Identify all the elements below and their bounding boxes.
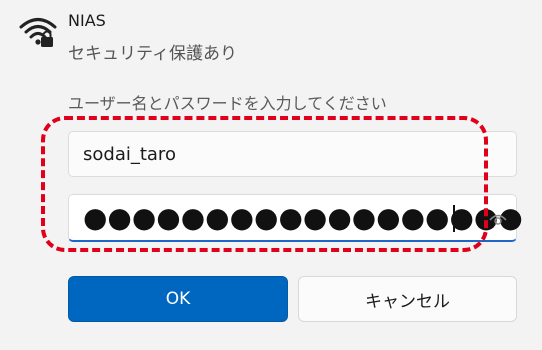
- username-value: sodai_taro: [83, 144, 176, 165]
- text-caret: [453, 205, 455, 232]
- network-security-status: セキュリティ保護あり: [68, 44, 237, 64]
- ok-button[interactable]: OK: [68, 276, 288, 322]
- network-name: NIAS: [68, 11, 106, 30]
- credentials-prompt: ユーザー名とパスワードを入力してください: [68, 94, 387, 113]
- password-mask: ●●●●●●●●●●●●●●●●●●: [83, 201, 523, 234]
- eye-icon[interactable]: [488, 210, 508, 228]
- password-field[interactable]: ●●●●●●●●●●●●●●●●●●: [68, 194, 523, 242]
- wifi-lock-icon: [19, 18, 57, 47]
- cancel-button[interactable]: キャンセル: [298, 276, 517, 322]
- username-field[interactable]: sodai_taro: [68, 131, 517, 177]
